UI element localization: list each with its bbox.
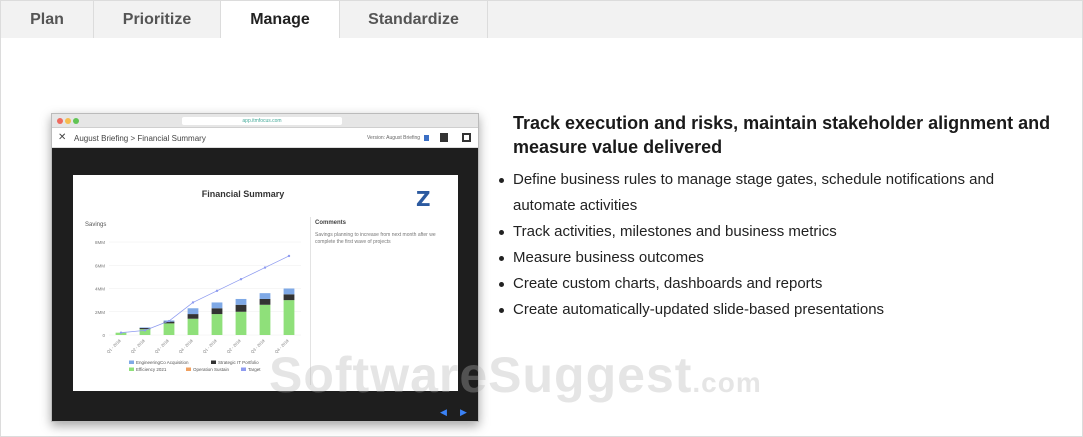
list-item: Create custom charts, dashboards and rep…	[499, 271, 1053, 297]
bar	[259, 298, 271, 305]
legend-label: EngineeringCo Acquisition	[136, 360, 189, 365]
bar	[235, 304, 247, 312]
y-tick-label: 2MM	[95, 310, 105, 315]
tab-plan[interactable]: Plan	[1, 1, 94, 39]
tab-standardize[interactable]: Standardize	[340, 1, 488, 39]
previous-slide-icon[interactable]: ◀	[440, 407, 447, 418]
version-label: Version: August Briefing	[367, 135, 421, 141]
fullscreen-icon	[462, 133, 471, 142]
watermark-suffix: .com	[692, 367, 762, 398]
target-point	[215, 289, 219, 293]
feature-list: Define business rules to manage stage ga…	[499, 167, 1053, 323]
list-item: Define business rules to manage stage ga…	[499, 167, 1053, 219]
slide-title: Financial Summary	[201, 189, 285, 199]
comments-heading: Comments	[315, 220, 347, 226]
bar	[211, 302, 223, 309]
tab-bar: Plan Prioritize Manage Standardize	[0, 0, 1083, 40]
feature-heading: Track execution and risks, maintain stak…	[513, 113, 1051, 157]
bar	[235, 311, 247, 335]
bar	[211, 308, 223, 315]
chart-label: Savings	[85, 222, 107, 228]
y-tick-label: 4MM	[95, 287, 105, 292]
camera-icon	[440, 133, 448, 142]
breadcrumb: August Briefing > Financial Summary	[74, 134, 206, 143]
x-tick-label: Q1 - 2019	[202, 338, 219, 355]
list-item: Create automatically-updated slide-based…	[499, 297, 1053, 323]
app-header: ✕ August Briefing > Financial Summary Ve…	[52, 128, 478, 148]
next-slide-icon[interactable]: ▶	[460, 407, 467, 418]
legend-label: Strategic IT Portfolio	[218, 360, 259, 365]
legend-swatch	[129, 360, 134, 364]
watermark: SoftwareSuggest.com	[269, 346, 762, 404]
x-tick-label: Q2 - 2019	[226, 338, 243, 355]
bar	[187, 308, 199, 315]
target-point	[239, 278, 243, 281]
legend-label: Operation Sustain	[193, 367, 230, 372]
close-icon: ✕	[58, 132, 67, 143]
tab-panel: app.itmfocus.com ✕ August Briefing > Fin…	[0, 38, 1083, 437]
x-tick-label: Q4 - 2018	[178, 338, 195, 355]
close-dot-icon	[57, 118, 63, 124]
legend-swatch	[241, 367, 246, 371]
target-point	[167, 319, 171, 323]
legend-swatch	[211, 360, 216, 364]
bookmark-icon	[424, 135, 429, 141]
bar	[139, 327, 151, 329]
bar	[211, 314, 223, 335]
comments-text: Savings planning to increase from next m…	[315, 232, 436, 245]
y-tick-label: 8MM	[95, 240, 105, 245]
list-item: Measure business outcomes	[499, 245, 1053, 271]
target-point	[263, 266, 267, 269]
y-tick-label: 6MM	[95, 263, 105, 268]
legend-label: Efficiency 2021	[136, 367, 167, 372]
bar	[283, 300, 295, 335]
bar	[283, 288, 295, 295]
logo-icon: Z	[416, 187, 431, 211]
bar	[187, 318, 199, 335]
x-tick-label: Q3 - 2019	[250, 338, 267, 355]
bar	[259, 304, 271, 335]
bar	[283, 294, 295, 301]
bar	[163, 323, 175, 335]
target-point	[119, 331, 123, 334]
target-point	[143, 329, 147, 332]
bar	[235, 298, 247, 305]
bar	[187, 314, 199, 319]
list-item: Track activities, milestones and busines…	[499, 219, 1053, 245]
y-tick-label: 0	[102, 333, 105, 338]
maximize-dot-icon	[73, 118, 79, 124]
minimize-dot-icon	[65, 118, 71, 124]
x-tick-label: Q2 - 2018	[130, 338, 147, 355]
x-tick-label: Q3 - 2018	[154, 338, 171, 355]
target-point	[287, 254, 291, 258]
watermark-text: SoftwareSuggest	[269, 347, 693, 403]
browser-toolbar: app.itmfocus.com	[52, 114, 478, 128]
legend-label: Target	[248, 367, 261, 372]
x-tick-label: Q1 - 2018	[106, 338, 123, 355]
browser-url: app.itmfocus.com	[182, 117, 342, 125]
target-point	[191, 301, 195, 304]
bar	[259, 293, 271, 299]
legend-swatch	[186, 367, 191, 371]
legend-swatch	[129, 367, 134, 371]
tab-manage[interactable]: Manage	[221, 1, 340, 40]
tab-prioritize[interactable]: Prioritize	[94, 1, 221, 39]
